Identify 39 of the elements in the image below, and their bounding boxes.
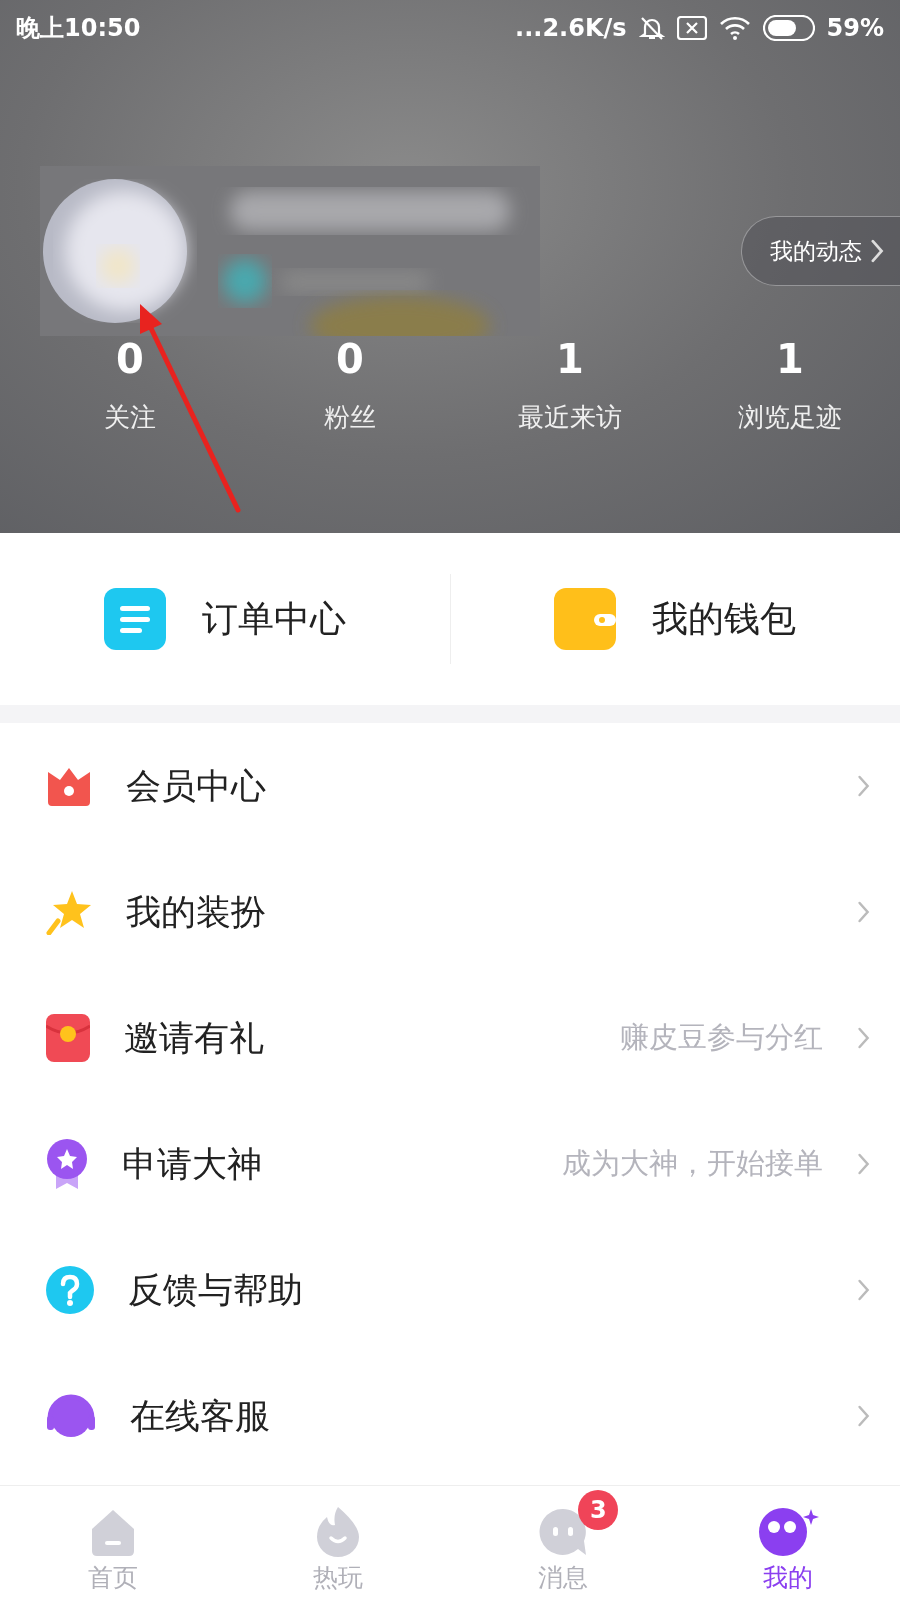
mascot-icon	[756, 1505, 819, 1557]
menu-hint: 赚皮豆参与分红	[619, 1019, 823, 1056]
mute-bell-icon	[638, 15, 665, 41]
stat-value: 0	[336, 336, 364, 382]
chat-icon	[537, 1507, 588, 1557]
stat-label[interactable]: 最近来访	[518, 400, 622, 435]
menu-label[interactable]: 我的装扮	[126, 888, 823, 936]
menu-label[interactable]: 会员中心	[126, 762, 823, 810]
chevron-right-icon	[856, 1405, 870, 1427]
stat-value: 1	[556, 336, 584, 382]
chevron-right-icon	[856, 775, 870, 797]
chevron-right-icon	[856, 1279, 870, 1301]
chevron-right-icon	[856, 1027, 870, 1049]
menu-label[interactable]: 邀请有礼	[124, 1014, 586, 1062]
chevron-right-icon	[856, 1153, 870, 1175]
stat-label[interactable]: 关注	[104, 400, 156, 435]
menu-hint: 成为大神，开始接单	[561, 1145, 823, 1182]
stat-label[interactable]: 粉丝	[324, 400, 376, 435]
menu-label[interactable]: 在线客服	[130, 1392, 823, 1440]
chevron-right-icon	[856, 901, 870, 923]
network-speed: ...2.6K/s	[515, 14, 627, 42]
tab-bar-item[interactable]: 我的	[675, 1486, 900, 1600]
shortcut-label[interactable]: 我的钱包	[652, 594, 797, 644]
battery-icon	[762, 15, 815, 41]
menu-label[interactable]: 反馈与帮助	[128, 1266, 823, 1314]
chevron-right-icon	[869, 239, 884, 263]
shortcut-label[interactable]: 订单中心	[201, 594, 346, 644]
tab-bar-item[interactable]: 消息 3	[450, 1486, 675, 1600]
wifi-icon	[718, 16, 751, 40]
stat-value: 1	[776, 336, 804, 382]
unread-count: 3	[578, 1490, 619, 1530]
stat-value: 0	[116, 336, 144, 382]
my-moments-button[interactable]: 我的动态	[740, 216, 900, 286]
status-time: 晚上10:50	[16, 13, 141, 44]
sim-icon	[676, 16, 707, 40]
menu-label[interactable]: 申请大神	[122, 1140, 528, 1188]
stat-label[interactable]: 浏览足迹	[738, 400, 842, 435]
battery-level: 59%	[826, 14, 884, 42]
flame-icon	[314, 1505, 361, 1557]
